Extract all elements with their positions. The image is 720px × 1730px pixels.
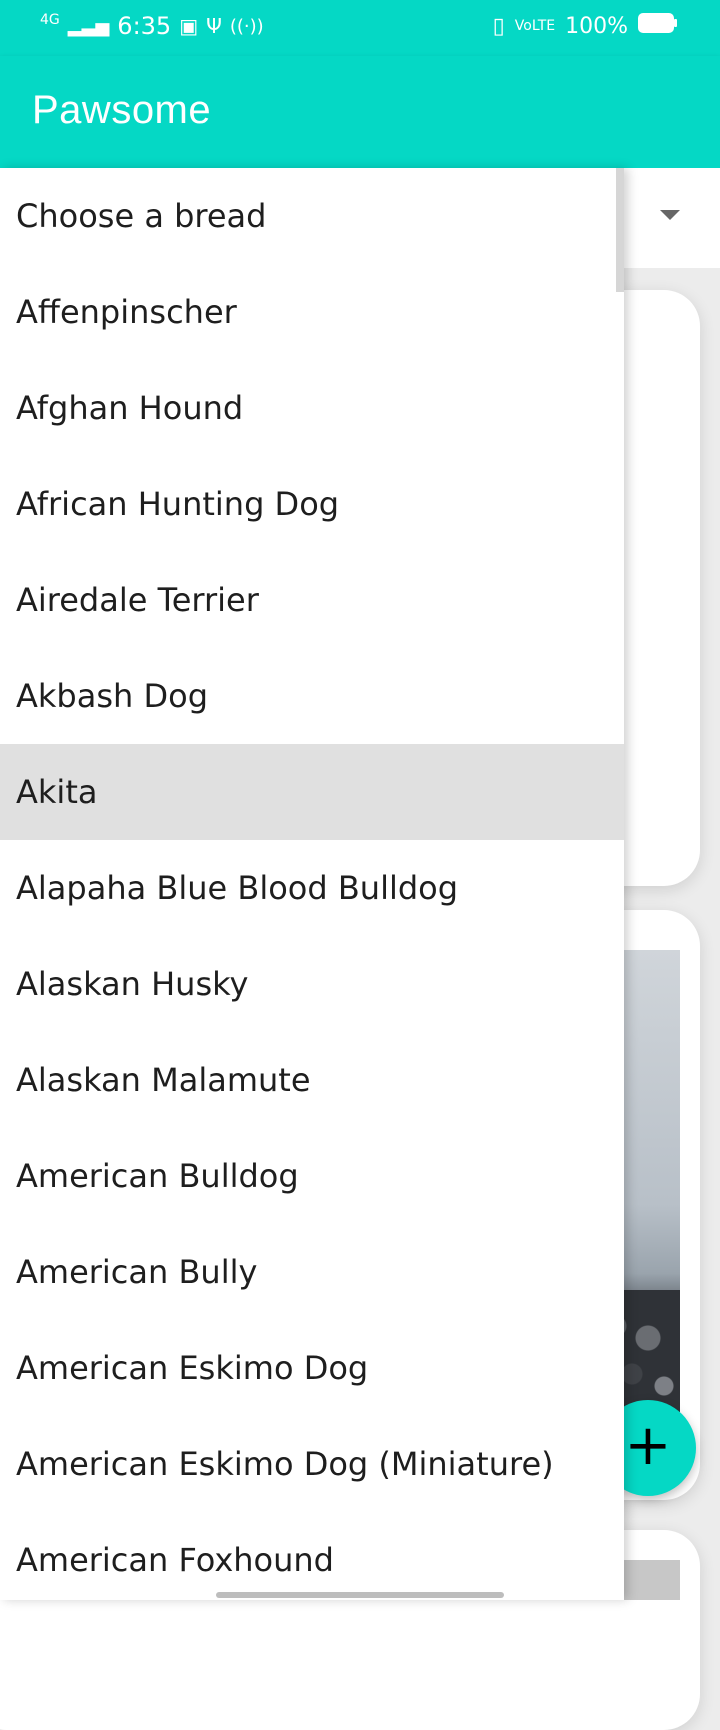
dropdown-option[interactable]: American Bully: [0, 1224, 624, 1320]
dropdown-option[interactable]: Airedale Terrier: [0, 552, 624, 648]
dropdown-option[interactable]: Alaskan Husky: [0, 936, 624, 1032]
usb-icon: Ψ: [206, 14, 222, 38]
dropdown-option[interactable]: Alapaha Blue Blood Bulldog: [0, 840, 624, 936]
app-title: Pawsome: [32, 88, 212, 132]
battery-percent: 100%: [565, 13, 628, 39]
dropdown-option-selected[interactable]: Akita: [0, 744, 624, 840]
dropdown-option[interactable]: Choose a bread: [0, 168, 624, 264]
status-time: 6:35: [117, 12, 172, 40]
dropdown-option[interactable]: Affenpinscher: [0, 264, 624, 360]
dropdown-option[interactable]: African Hunting Dog: [0, 456, 624, 552]
status-right: ▯ VoLTE 100%: [493, 12, 678, 40]
notification-icon: ▣: [179, 14, 199, 38]
volte-icon: VoLTE: [514, 18, 556, 34]
gesture-nav-handle[interactable]: [216, 1592, 504, 1598]
dropdown-option[interactable]: American Bulldog: [0, 1128, 624, 1224]
signal-icon: 4G: [40, 12, 60, 28]
dropdown-option[interactable]: Afghan Hound: [0, 360, 624, 456]
dropdown-option[interactable]: American Foxhound: [0, 1512, 624, 1600]
app-bar: Pawsome: [0, 56, 720, 168]
dropdown-option[interactable]: American Eskimo Dog: [0, 1320, 624, 1416]
battery-icon: [638, 12, 678, 40]
hotspot-icon: ((·)): [229, 15, 264, 37]
dropdown-option[interactable]: Akbash Dog: [0, 648, 624, 744]
dropdown-scrollbar[interactable]: [616, 168, 624, 292]
network-type: 4G: [40, 12, 60, 28]
status-left: 4G ▂▃▅ 6:35 ▣ Ψ ((·)): [40, 12, 264, 40]
status-bar: 4G ▂▃▅ 6:35 ▣ Ψ ((·)) ▯ VoLTE 100%: [0, 0, 720, 56]
signal-bars-icon: ▂▃▅: [67, 15, 110, 37]
dropdown-option[interactable]: American Eskimo Dog (Miniature): [0, 1416, 624, 1512]
dropdown-arrow-icon[interactable]: [660, 210, 680, 220]
dropdown-option[interactable]: Alaskan Malamute: [0, 1032, 624, 1128]
breed-dropdown-menu[interactable]: Choose a bread Affenpinscher Afghan Houn…: [0, 168, 624, 1600]
vibrate-icon: ▯: [492, 13, 505, 39]
